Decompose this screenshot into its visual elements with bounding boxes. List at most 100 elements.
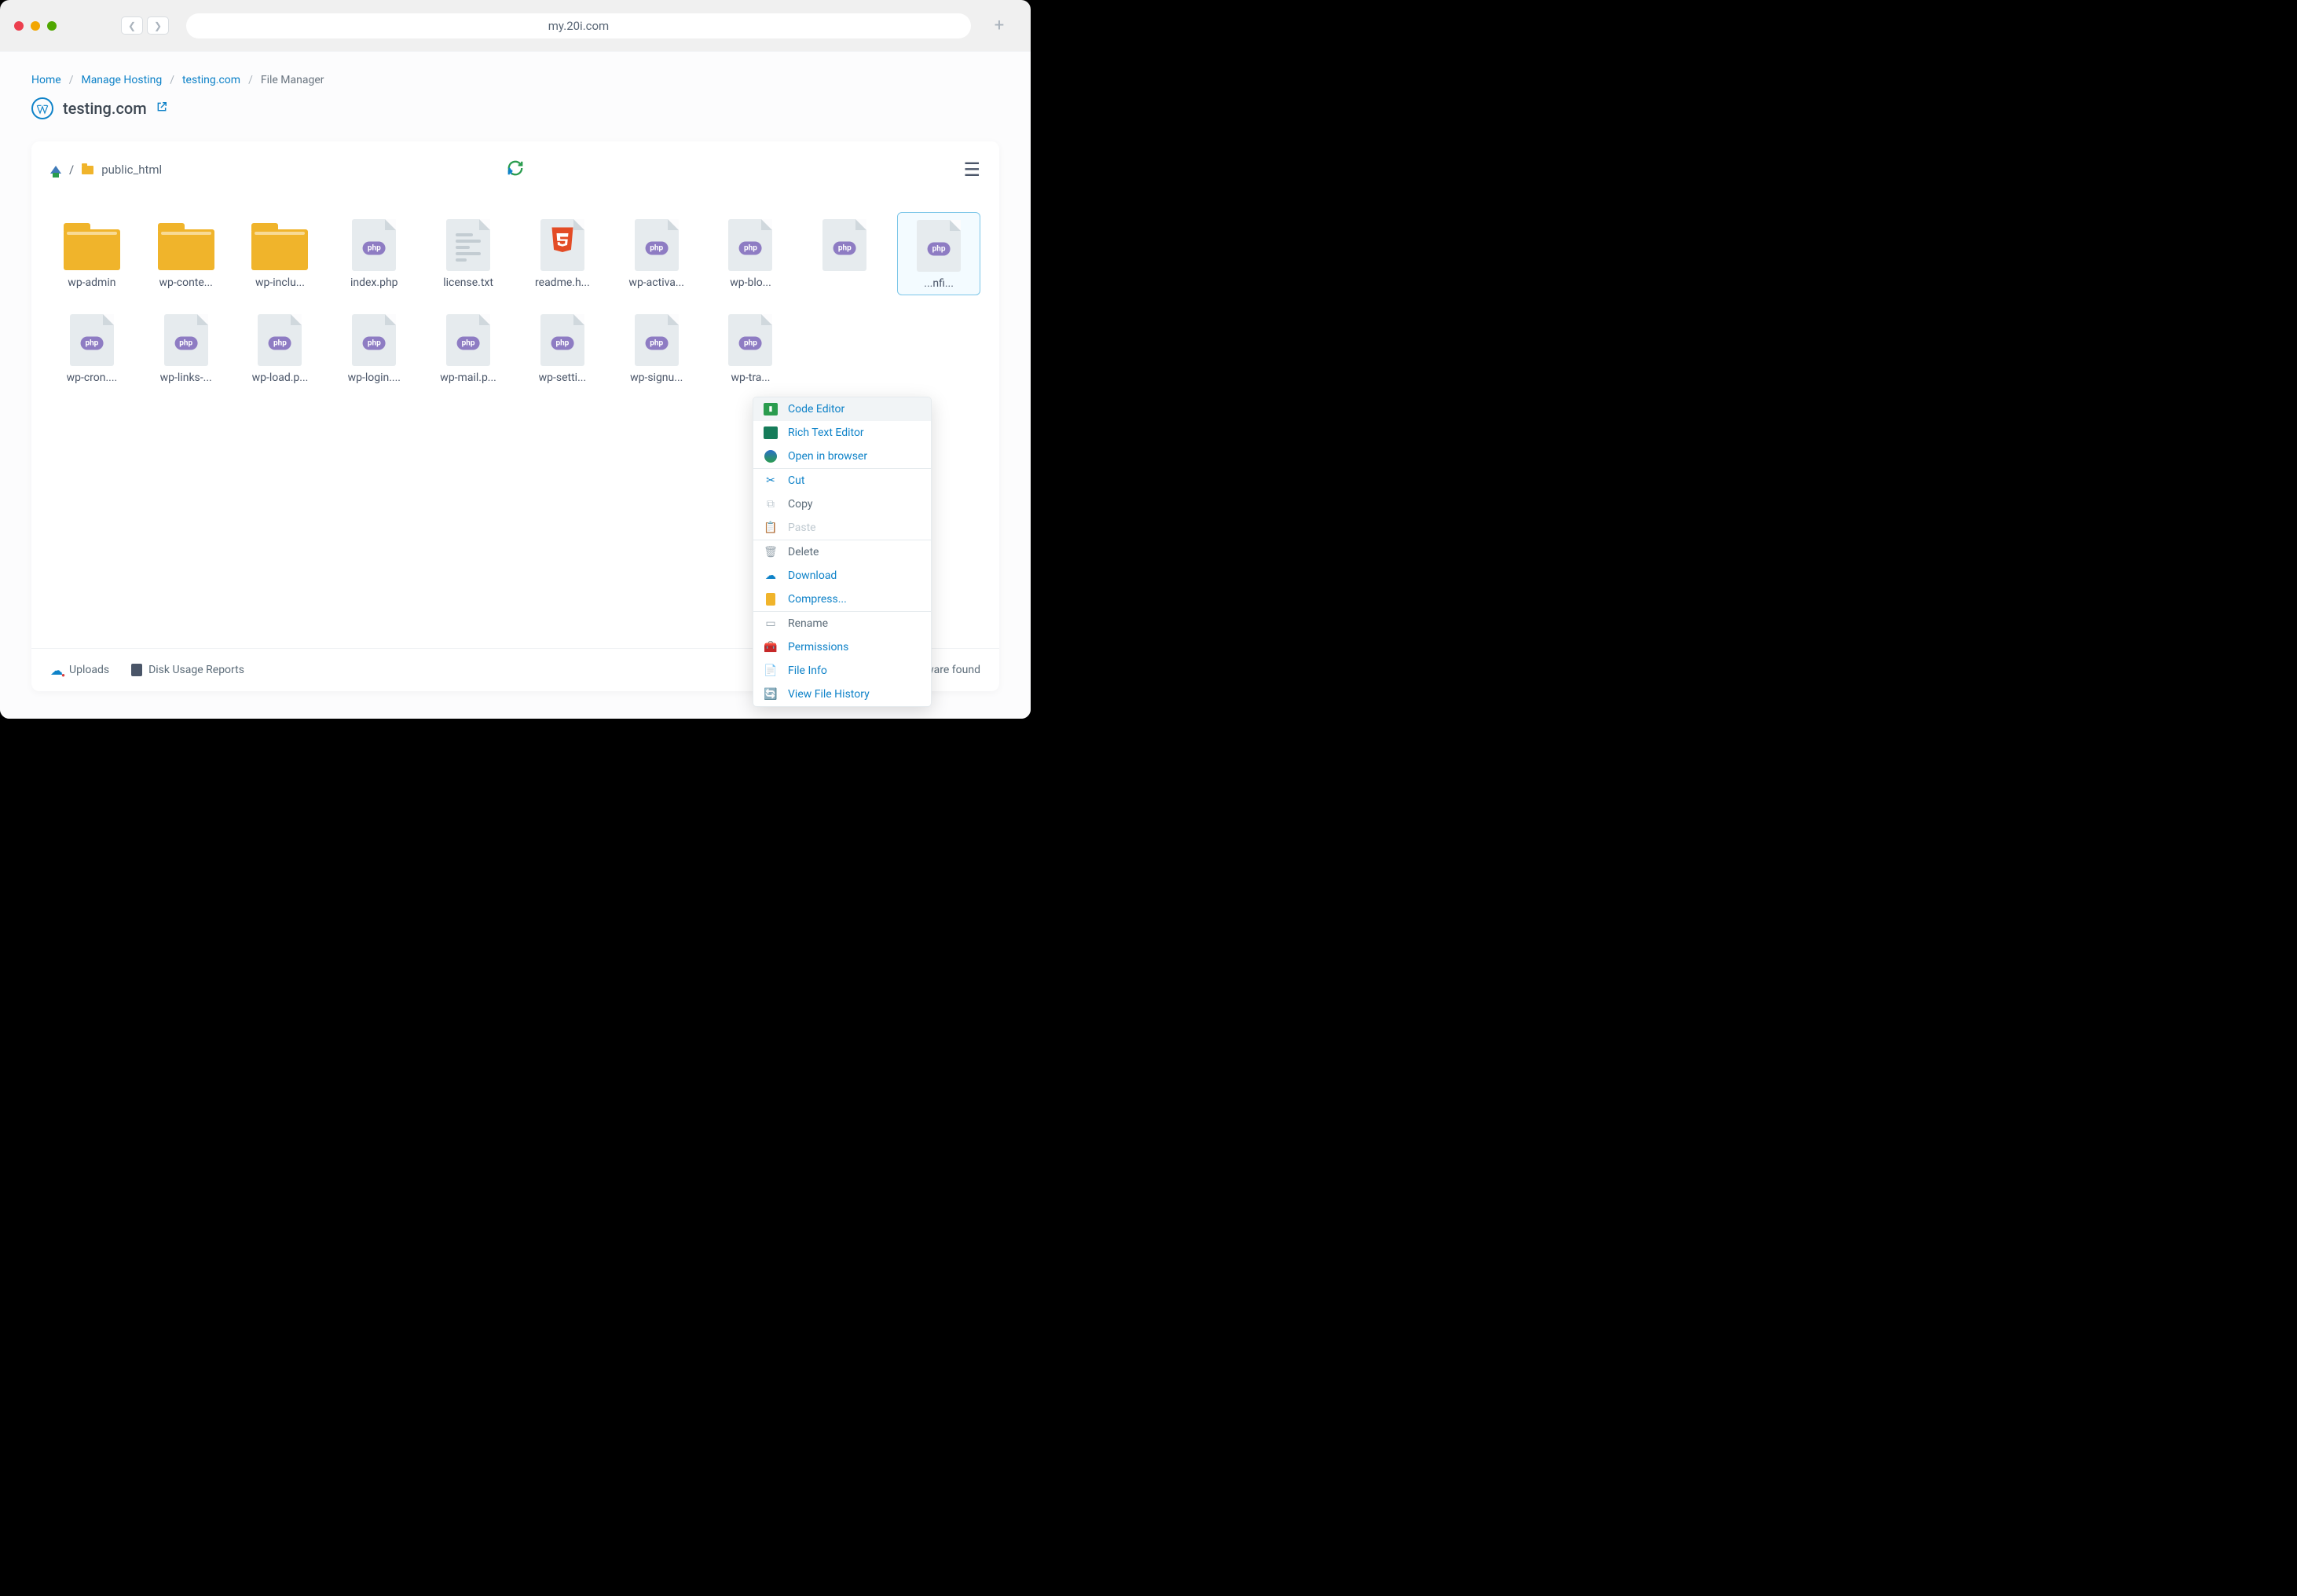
forward-button[interactable]: ❯ [147, 16, 169, 35]
path-sep: / [69, 163, 74, 177]
rename-icon: ▭ [763, 617, 778, 631]
file-label: wp-activa... [628, 276, 684, 289]
context-menu-download[interactable]: ☁Download [753, 564, 931, 588]
wordpress-icon [31, 97, 53, 119]
context-menu-file-info[interactable]: 📄File Info [753, 659, 931, 683]
new-tab-button[interactable]: + [988, 16, 1010, 35]
file-label: wp-inclu... [255, 276, 305, 289]
file-item-wp-config.php[interactable]: php ...nfi... [897, 212, 980, 295]
context-menu-copy[interactable]: ⧉ Copy [753, 492, 931, 516]
open-external-icon[interactable] [156, 101, 167, 115]
context-menu-rich-text-editor[interactable]: Rich Text Editor [753, 421, 931, 445]
compress-icon [763, 592, 778, 606]
file-item-wp-admin[interactable]: wp-admin [50, 212, 134, 295]
file-item-wp-login.php[interactable]: phpwp-login.... [332, 307, 416, 389]
file-label: wp-links-... [160, 372, 212, 384]
file-icon: php [64, 317, 120, 364]
home-icon[interactable] [50, 166, 61, 174]
cloud-upload-icon: ☁ [50, 663, 63, 678]
cut-icon: ✂ [763, 474, 778, 488]
url-bar[interactable]: my.20i.com [186, 13, 971, 38]
hamburger-menu-icon[interactable]: ☰ [963, 159, 980, 181]
context-menu-label: Copy [788, 498, 813, 511]
file-label: wp-mail.p... [440, 372, 496, 384]
refresh-icon[interactable] [507, 159, 524, 181]
file-item-wp-mail.php[interactable]: phpwp-mail.p... [427, 307, 510, 389]
file-manager-panel: / public_html ☰ wp-admin wp-conte... wp-in… [31, 141, 999, 691]
breadcrumb-domain[interactable]: testing.com [182, 74, 240, 86]
permissions-icon: 🧰 [763, 640, 778, 654]
nav-buttons: ❮ ❯ [121, 16, 169, 35]
context-menu-label: Paste [788, 522, 816, 534]
context-menu-code-editor[interactable]: ▮ Code Editor [753, 397, 931, 421]
minimize-window-icon[interactable] [31, 21, 40, 31]
file-icon: php [628, 317, 685, 364]
file-label: ...nfi... [924, 277, 954, 290]
file-label: index.php [350, 276, 398, 289]
file-label: readme.h... [535, 276, 590, 289]
file-label: license.txt [443, 276, 493, 289]
file-item-wp-settings.php[interactable]: php wp-setti... [521, 307, 604, 389]
context-menu-label: Compress... [788, 593, 847, 606]
copy-icon: ⧉ [763, 497, 778, 511]
context-menu-label: View File History [788, 688, 870, 701]
file-item-wp-activate.php[interactable]: php wp-activa... [615, 212, 698, 295]
disk-usage-button[interactable]: Disk Usage Reports [131, 663, 244, 678]
breadcrumb: Home / Manage Hosting / testing.com / Fi… [14, 52, 1017, 86]
close-window-icon[interactable] [14, 21, 24, 31]
page-content: Home / Manage Hosting / testing.com / Fi… [0, 51, 1031, 719]
window-controls [14, 21, 57, 31]
file-item-index.php[interactable]: php index.php [332, 212, 416, 295]
context-menu-label: Rename [788, 617, 828, 630]
file-item-wp-content[interactable]: wp-conte... [145, 212, 228, 295]
file-item-wp-trackback.php[interactable]: phpwp-tra... [709, 307, 793, 389]
disk-usage-label: Disk Usage Reports [148, 664, 244, 676]
file-item-wp-comments.php[interactable]: php [803, 212, 886, 295]
file-icon: php [910, 222, 967, 269]
context-menu-paste: 📋Paste [753, 516, 931, 540]
file-item-wp-links-opml.php[interactable]: phpwp-links-... [145, 307, 228, 389]
file-item-wp-signup.php[interactable]: php wp-signu... [615, 307, 698, 389]
file-icon: php [346, 317, 402, 364]
file-item-wp-cron.php[interactable]: phpwp-cron.... [50, 307, 134, 389]
context-menu-delete[interactable]: 🗑Delete [753, 540, 931, 564]
context-menu-label: Download [788, 569, 837, 582]
file-label: wp-tra... [731, 372, 770, 384]
code-editor-icon: ▮ [763, 402, 778, 416]
file-icon: php [628, 221, 685, 269]
back-button[interactable]: ❮ [121, 16, 143, 35]
file-icon: php [346, 221, 402, 269]
file-item-wp-includes[interactable]: wp-inclu... [239, 212, 322, 295]
file-item-license.txt[interactable]: license.txt [427, 212, 510, 295]
folder-icon [82, 166, 93, 174]
context-menu-cut[interactable]: ✂Cut [753, 469, 931, 492]
folder-icon [64, 221, 120, 269]
maximize-window-icon[interactable] [47, 21, 57, 31]
file-item-readme.html[interactable]: HTML readme.h... [521, 212, 604, 295]
context-menu-label: Rich Text Editor [788, 426, 864, 439]
breadcrumb-manage-hosting[interactable]: Manage Hosting [81, 74, 162, 86]
file-label: wp-admin [68, 276, 115, 289]
breadcrumb-sep: / [170, 74, 174, 86]
file-label: wp-setti... [539, 372, 587, 384]
context-menu-permissions[interactable]: 🧰Permissions [753, 635, 931, 659]
file-icon: HTML [534, 221, 591, 269]
current-folder-name[interactable]: public_html [101, 163, 162, 177]
breadcrumb-home[interactable]: Home [31, 74, 61, 86]
panel-header: / public_html ☰ [50, 159, 980, 181]
uploads-button[interactable]: ☁ Uploads [50, 663, 109, 678]
context-menu-label: Code Editor [788, 403, 844, 415]
breadcrumb-current: File Manager [261, 74, 324, 86]
file-label: wp-blo... [730, 276, 771, 289]
file-label: wp-signu... [630, 372, 683, 384]
context-menu-compress-[interactable]: Compress... [753, 588, 931, 611]
context-menu-view-file-history[interactable]: 🔄View File History [753, 683, 931, 706]
context-menu-open-in-browser[interactable]: Open in browser [753, 445, 931, 468]
context-menu-rename[interactable]: ▭ Rename [753, 612, 931, 635]
context-menu: ▮ Code Editor Rich Text Editor Open in brow… [753, 397, 932, 707]
file-icon: php [534, 317, 591, 364]
file-label: wp-conte... [159, 276, 213, 289]
globe-icon [763, 449, 778, 463]
file-item-wp-load.php[interactable]: phpwp-load.p... [239, 307, 322, 389]
file-item-wp-blog-header.php[interactable]: phpwp-blo... [709, 212, 793, 295]
